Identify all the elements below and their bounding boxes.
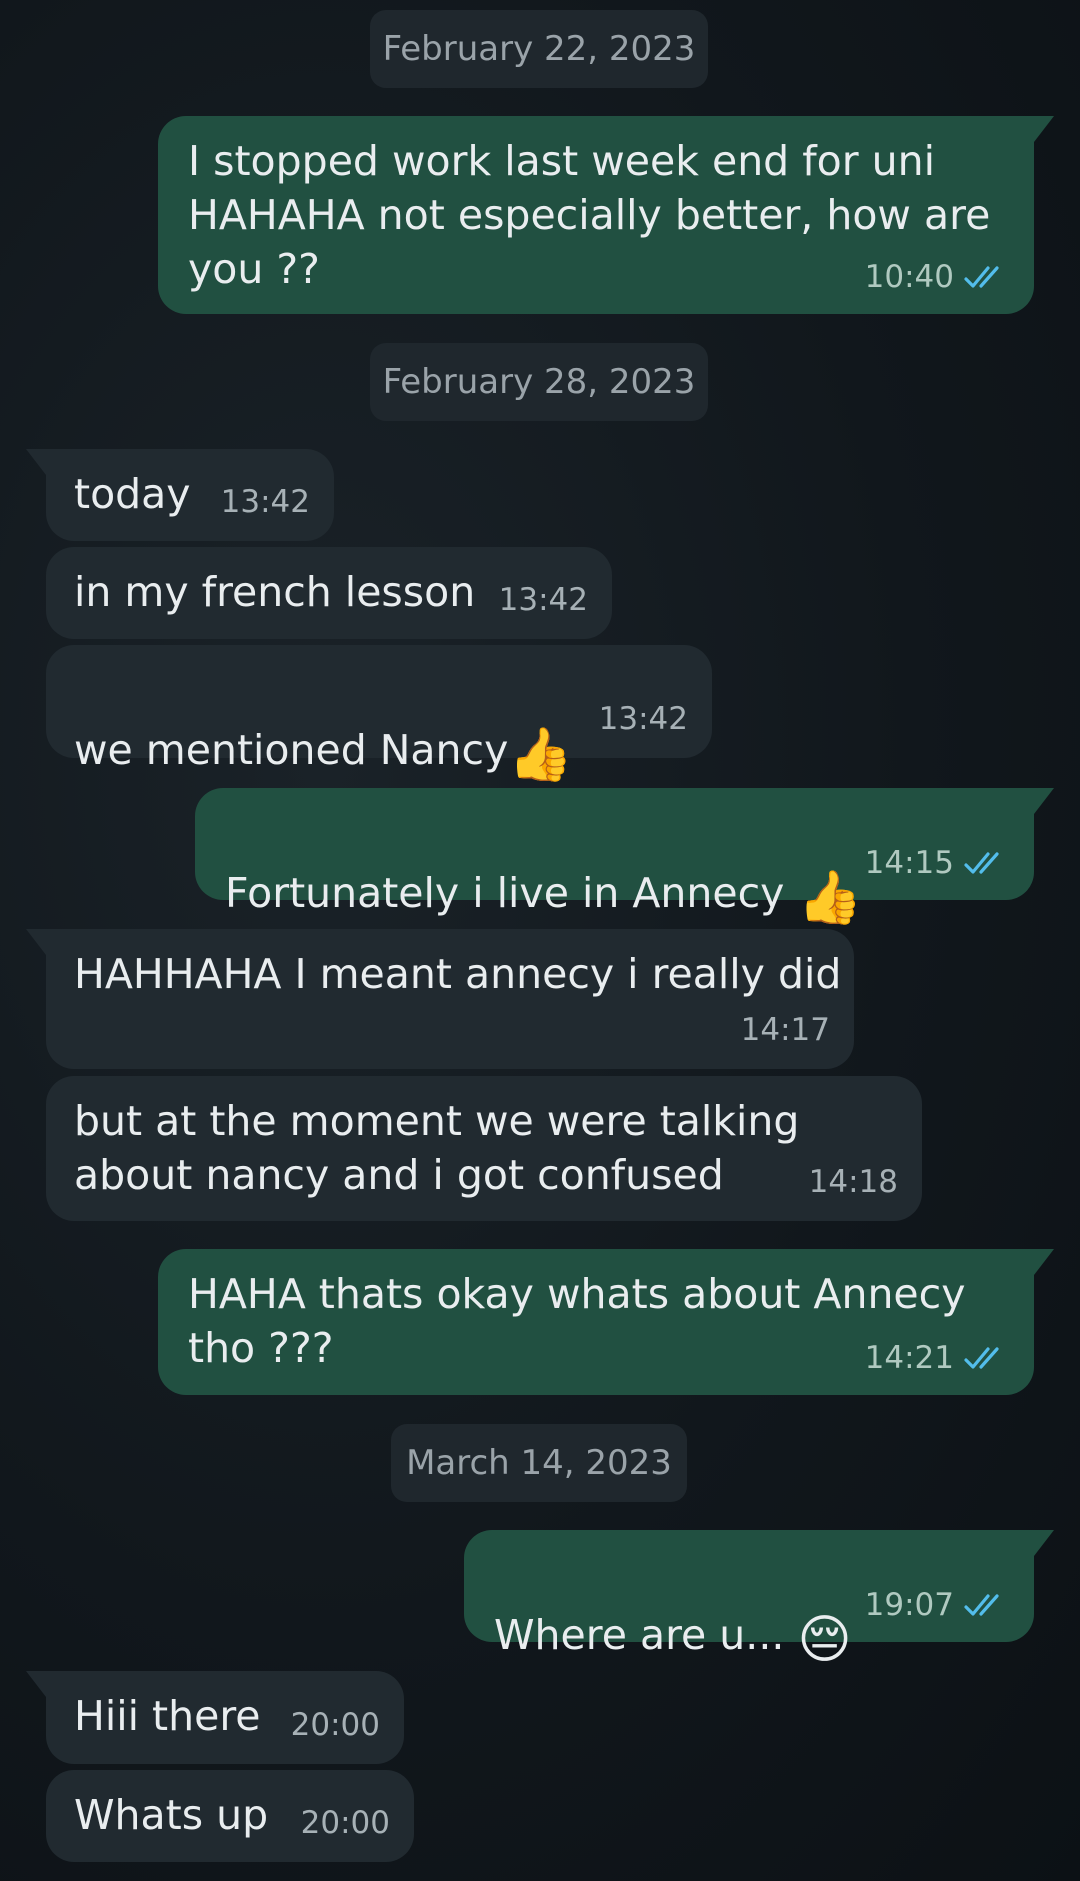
message-meta: 19:07 [865,1578,1006,1632]
message-bubble-incoming[interactable]: we mentioned Nancy👍 13:42 [46,645,712,781]
date-separator: March 14, 2023 [391,1424,687,1502]
message-meta: 13:42 [599,692,688,746]
message-text-content: Fortunately i live in Annecy [225,869,798,917]
message-text: HAHA thats okay whats about Annecy tho ?… [188,1270,966,1372]
message-text: Hiii there [74,1692,261,1740]
message-text: but at the moment we were talking about … [74,1097,800,1199]
message-meta: 14:15 [865,836,1006,890]
message-bubble-outgoing[interactable]: Fortunately i live in Annecy 👍 14:15 [195,788,1054,924]
message-text: we mentioned Nancy👍 [74,669,573,781]
message-bubble-incoming[interactable]: Whats up 20:00 [46,1770,414,1862]
message-time: 14:15 [864,845,954,881]
chat-conversation[interactable]: February 22, 2023 I stopped work last we… [0,0,1080,1881]
message-time: 14:18 [808,1164,898,1200]
message-text: Fortunately i live in Annecy 👍 [225,812,862,924]
message-meta: 14:18 [809,1155,898,1209]
message-meta: 13:42 [221,475,310,529]
message-meta: 14:17 [741,1003,830,1057]
message-meta: 20:00 [291,1698,380,1752]
pensive-face-emoji: 😔 [797,1610,852,1670]
message-time: 13:42 [220,484,310,520]
message-text-content: Where are u... [494,1611,798,1659]
message-text: today [74,470,191,518]
message-bubble-outgoing[interactable]: Where are u... 😔 19:07 [464,1530,1054,1666]
date-label: March 14, 2023 [406,1443,672,1483]
message-meta: 14:21 [865,1331,1006,1385]
message-time: 10:40 [864,259,954,295]
message-time: 14:21 [864,1340,954,1376]
message-time: 20:00 [290,1707,380,1743]
message-bubble-incoming[interactable]: today 13:42 [26,449,334,541]
double-check-icon [964,1594,999,1616]
message-bubble-incoming[interactable]: Hiii there 20:00 [26,1671,404,1764]
date-label: February 22, 2023 [382,29,696,69]
double-check-icon [964,852,999,874]
date-separator: February 22, 2023 [370,10,708,88]
thumbs-up-emoji: 👍 [508,725,574,785]
message-bubble-outgoing[interactable]: I stopped work last week end for uni HAH… [158,116,1054,314]
message-text: Where are u... 😔 [494,1554,852,1666]
message-meta: 13:42 [499,573,588,627]
message-time: 13:42 [498,582,588,618]
message-time: 20:00 [300,1805,390,1841]
thumbs-up-emoji: 👍 [797,868,863,928]
message-meta: 20:00 [301,1796,390,1850]
message-bubble-outgoing[interactable]: HAHA thats okay whats about Annecy tho ?… [158,1249,1054,1395]
message-time: 14:17 [740,1012,830,1048]
message-meta: 10:40 [865,250,1006,304]
message-text: in my french lesson [74,568,476,616]
message-time: 19:07 [864,1587,954,1623]
double-check-icon [964,1347,999,1369]
message-text-content: we mentioned Nancy [74,726,509,774]
message-time: 13:42 [598,701,688,737]
message-bubble-incoming[interactable]: HAHHAHA I meant annecy i really did 14:1… [26,929,854,1069]
message-bubble-incoming[interactable]: in my french lesson 13:42 [46,547,612,639]
message-text: HAHHAHA I meant annecy i really did [74,950,842,998]
message-bubble-incoming[interactable]: but at the moment we were talking about … [46,1076,922,1221]
double-check-icon [964,266,999,288]
date-separator: February 28, 2023 [370,343,708,421]
date-label: February 28, 2023 [382,362,696,402]
message-text: Whats up [74,1791,269,1839]
